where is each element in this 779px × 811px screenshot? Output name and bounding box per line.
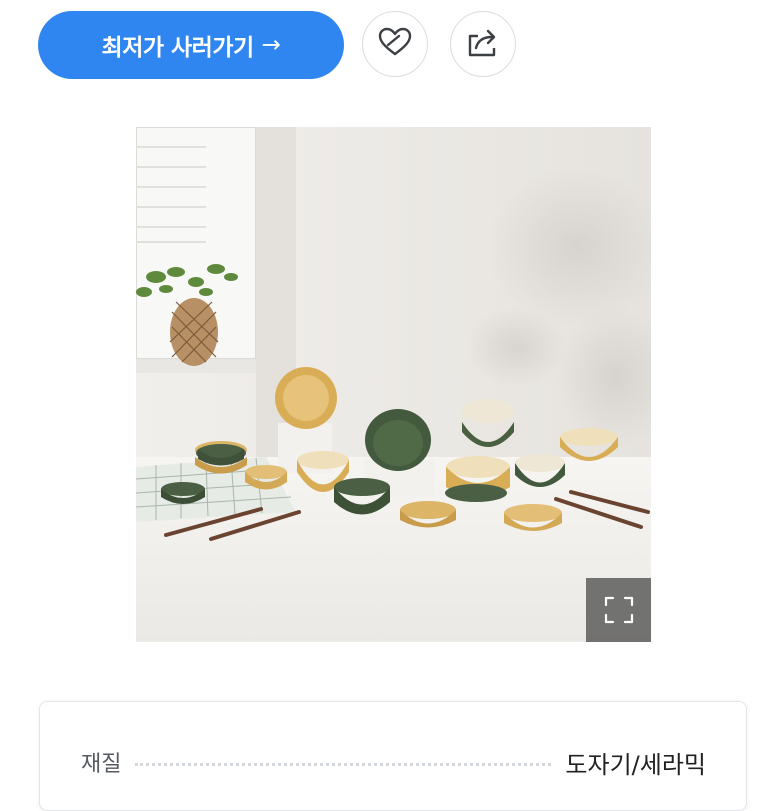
- spec-card: 재질 도자기/세라믹: [39, 701, 747, 811]
- buy-lowest-price-button[interactable]: 최저가 사러가기 →: [38, 11, 344, 79]
- wishlist-button[interactable]: [362, 11, 428, 77]
- buy-button-label: 최저가 사러가기: [101, 35, 255, 61]
- product-photo-illustration: [136, 127, 651, 642]
- heart-icon: [378, 27, 412, 61]
- spec-value: 도자기/세라믹: [565, 750, 706, 779]
- arrow-right-icon: →: [261, 32, 281, 58]
- expand-image-button[interactable]: [586, 578, 651, 642]
- spec-row-material: 재질 도자기/세라믹: [81, 742, 706, 782]
- spec-label: 재질: [81, 752, 122, 777]
- expand-icon: [603, 595, 635, 625]
- product-image[interactable]: [136, 127, 651, 642]
- share-icon: [466, 26, 500, 62]
- spec-dot-leader: [135, 762, 552, 766]
- share-button[interactable]: [450, 11, 516, 77]
